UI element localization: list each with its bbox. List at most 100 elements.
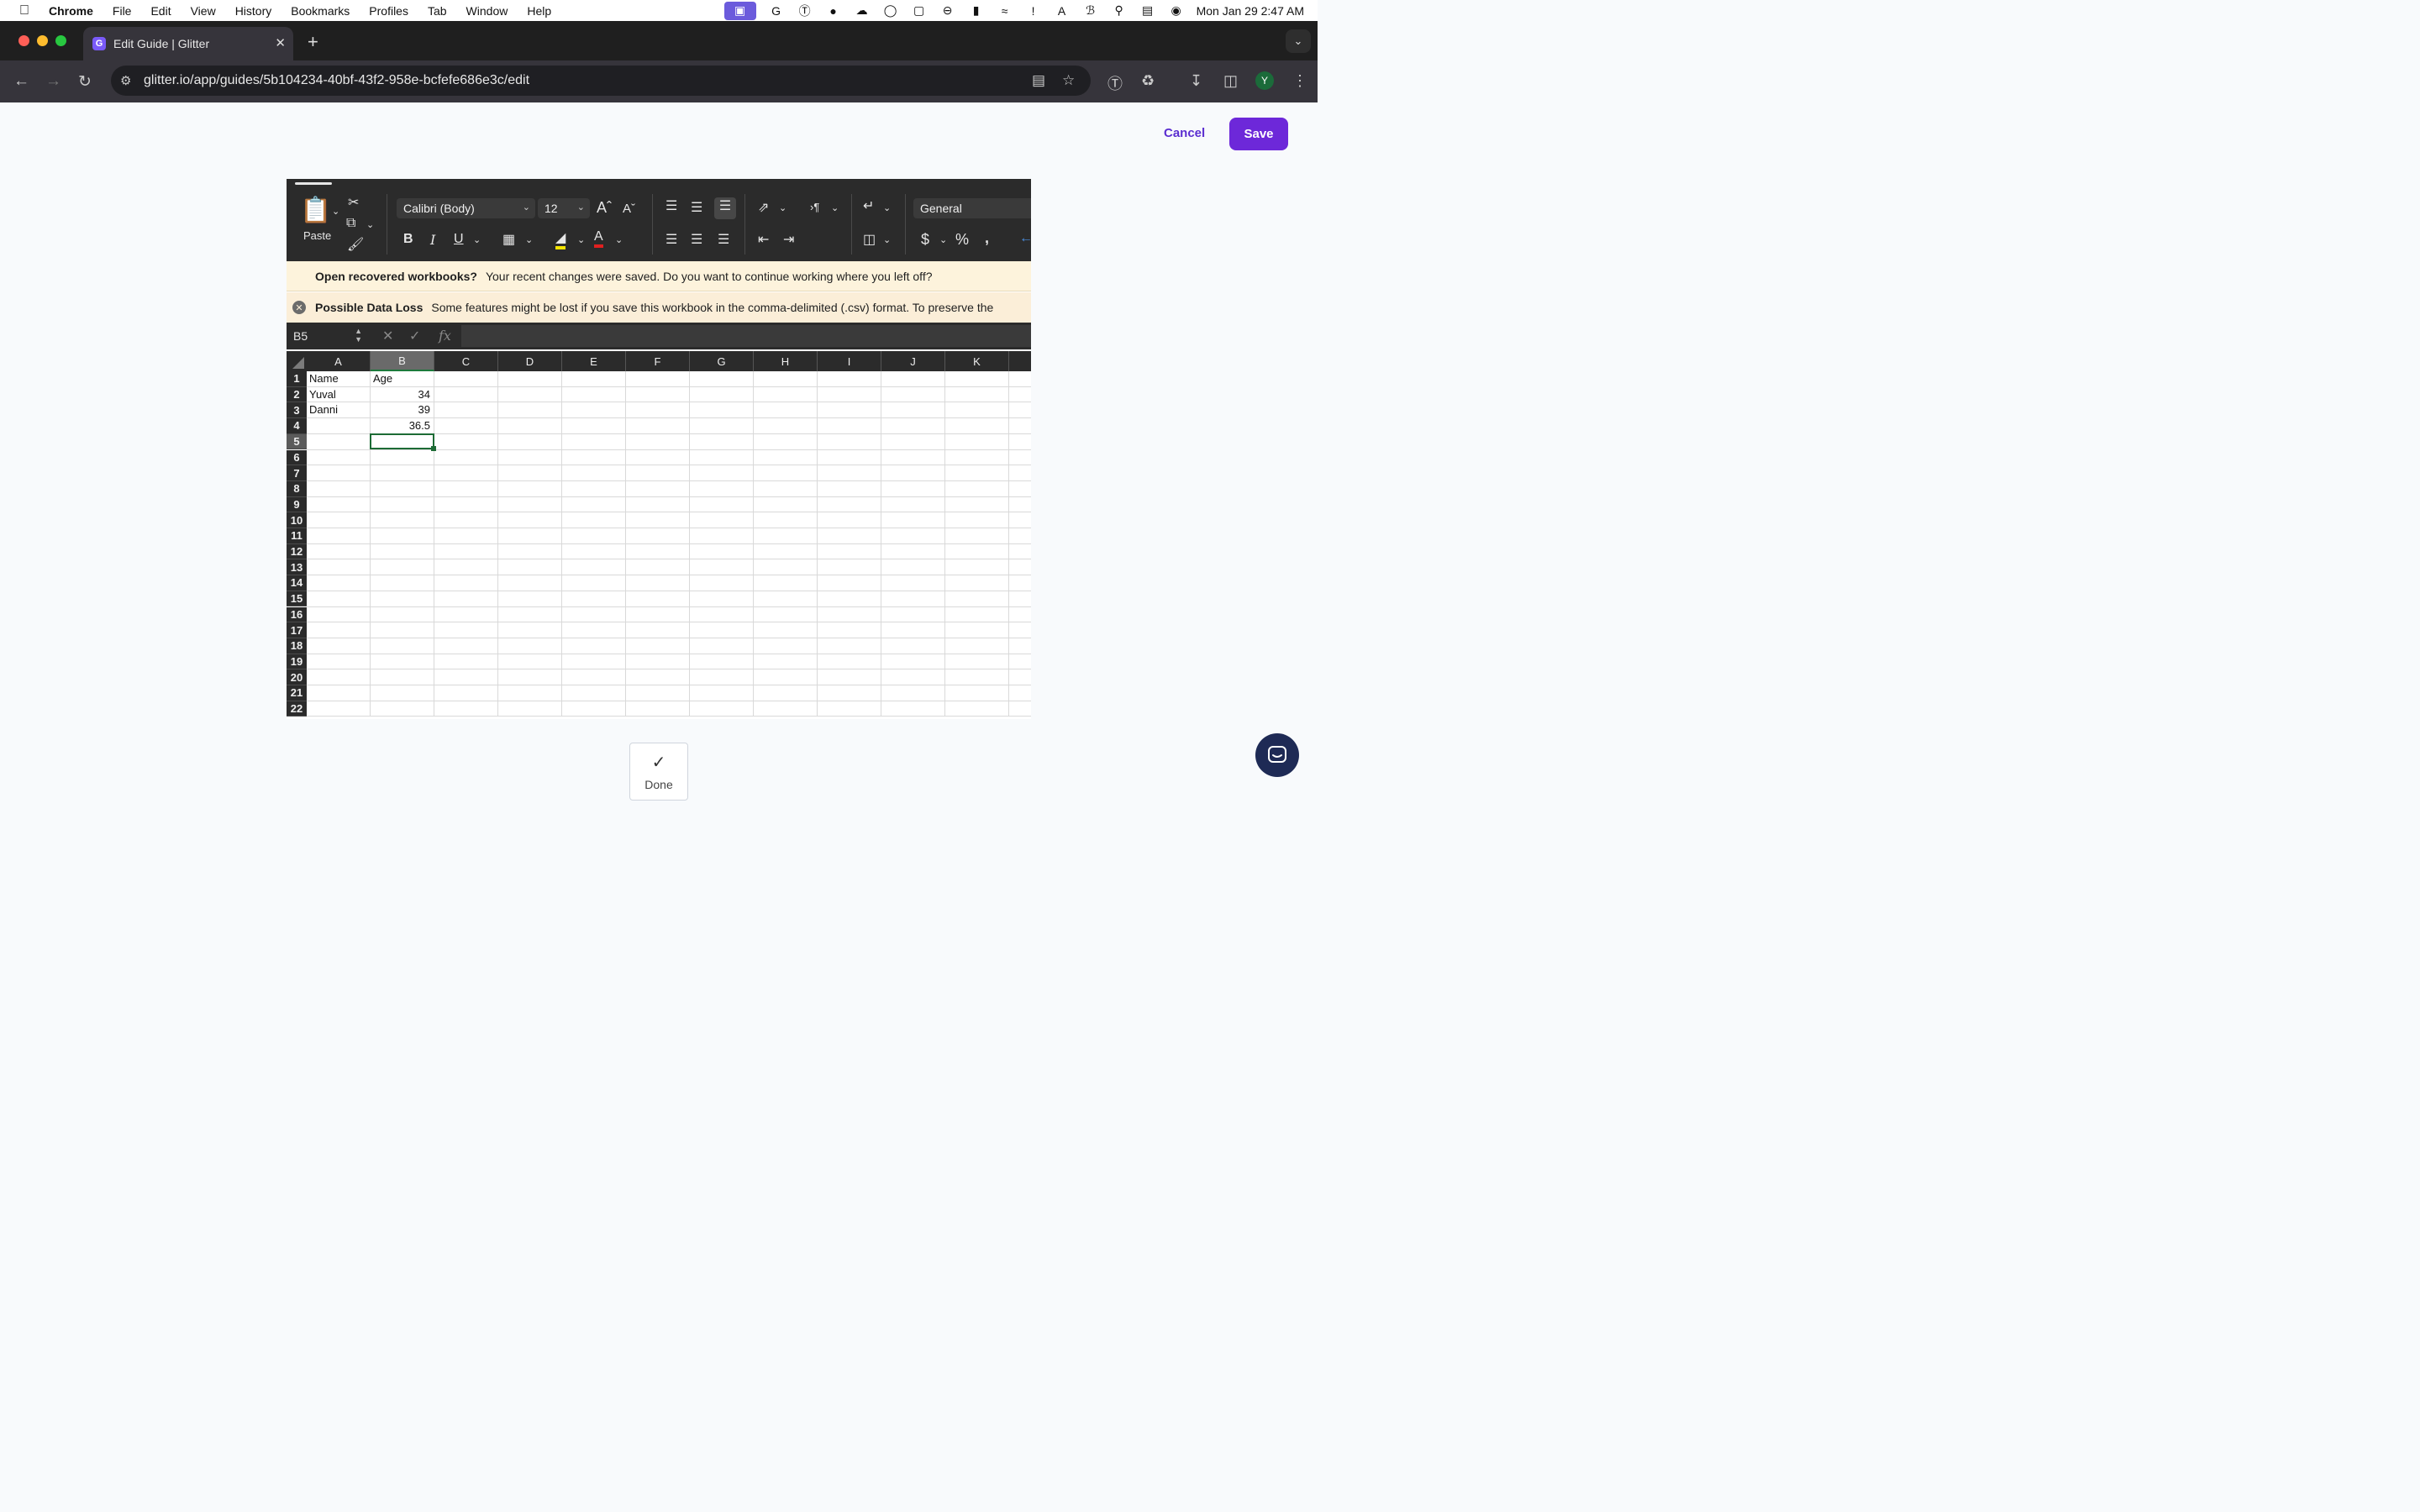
battery-icon[interactable]: ▮ bbox=[968, 3, 985, 18]
cut-scissors-icon[interactable]: ✂ bbox=[348, 194, 359, 211]
copy-icon[interactable]: ⧉ bbox=[346, 216, 355, 231]
new-tab-icon[interactable]: + bbox=[308, 31, 318, 53]
control-center-icon[interactable]: ▤ bbox=[1139, 3, 1156, 18]
orientation-icon[interactable]: ⇗ bbox=[758, 199, 769, 216]
currency-icon[interactable]: $ bbox=[921, 231, 929, 249]
column-header-c[interactable]: C bbox=[434, 351, 498, 371]
decimal-icon[interactable]: ← bbox=[1019, 231, 1031, 246]
font-size-dropdown[interactable]: 12 ⌄ bbox=[538, 198, 590, 218]
spotlight-search-icon[interactable]: ⚲ bbox=[1111, 3, 1128, 18]
row-header-1[interactable]: 1 bbox=[287, 371, 307, 387]
alert-icon[interactable]: ! bbox=[1025, 3, 1042, 18]
cell-b3[interactable]: 39 bbox=[373, 402, 430, 417]
column-header-i[interactable]: I bbox=[818, 351, 881, 371]
arc-icon[interactable]: ◯ bbox=[882, 3, 899, 18]
menu-file[interactable]: File bbox=[113, 4, 132, 18]
menu-profiles[interactable]: Profiles bbox=[369, 4, 408, 18]
font-color-icon[interactable]: A bbox=[594, 229, 603, 248]
back-arrow-icon[interactable]: ← bbox=[13, 72, 29, 91]
menu-bookmarks[interactable]: Bookmarks bbox=[291, 4, 350, 18]
row-header-2[interactable]: 2 bbox=[287, 386, 307, 403]
cell-b1[interactable]: Age bbox=[373, 371, 430, 386]
save-button[interactable]: Save bbox=[1229, 118, 1288, 150]
menu-help[interactable]: Help bbox=[527, 4, 551, 18]
borders-icon[interactable]: ▦ bbox=[502, 231, 515, 248]
increase-indent-icon[interactable]: ⇥ bbox=[783, 231, 794, 248]
menu-view[interactable]: View bbox=[191, 4, 216, 18]
close-tab-icon[interactable]: ✕ bbox=[275, 35, 286, 50]
keyboard-input-icon[interactable]: A bbox=[1054, 3, 1071, 18]
number-format-dropdown[interactable]: General bbox=[913, 198, 1031, 218]
browser-tab-active[interactable]: G Edit Guide | Glitter ✕ bbox=[83, 27, 293, 60]
row-header-10[interactable]: 10 bbox=[287, 512, 307, 528]
merge-cells-icon[interactable]: ◫ bbox=[863, 231, 876, 248]
record-icon[interactable]: ● bbox=[825, 3, 842, 18]
password-manager-icon[interactable]: Ⓣ bbox=[797, 3, 813, 18]
row-header-7[interactable]: 7 bbox=[287, 465, 307, 481]
currency-dropdown-icon[interactable]: ⌄ bbox=[939, 234, 947, 245]
menu-app-name[interactable]: Chrome bbox=[49, 4, 93, 18]
grammarly-icon[interactable]: G bbox=[768, 3, 785, 18]
select-all-corner[interactable] bbox=[287, 351, 307, 371]
align-middle-icon[interactable]: ☰ bbox=[691, 199, 702, 216]
row-header-13[interactable]: 13 bbox=[287, 559, 307, 576]
row-header-4[interactable]: 4 bbox=[287, 418, 307, 434]
cloud-icon[interactable]: ☁ bbox=[854, 3, 871, 18]
decrease-font-size-icon[interactable]: Aˇ bbox=[623, 202, 635, 216]
row-header-5[interactable]: 5 bbox=[287, 433, 307, 450]
cell-a2[interactable]: Yuval bbox=[309, 387, 366, 402]
side-panel-icon[interactable]: ◫ bbox=[1223, 72, 1238, 90]
cancel-formula-icon[interactable]: ✕ bbox=[382, 328, 393, 344]
install-app-icon[interactable]: ▤ bbox=[1032, 72, 1045, 89]
downloads-icon[interactable]: ↧ bbox=[1190, 72, 1202, 90]
selected-cell-b5[interactable] bbox=[370, 433, 436, 452]
more-menu-icon[interactable]: ⋮ bbox=[1292, 72, 1307, 90]
percent-icon[interactable]: % bbox=[955, 231, 969, 249]
cell-a1[interactable]: Name bbox=[309, 371, 366, 386]
reload-icon[interactable]: ↻ bbox=[78, 72, 92, 92]
align-top-icon[interactable]: ☰ bbox=[666, 197, 677, 214]
row-header-17[interactable]: 17 bbox=[287, 622, 307, 638]
done-button[interactable]: ✓ Done bbox=[629, 743, 688, 801]
row-header-19[interactable]: 19 bbox=[287, 654, 307, 670]
text-direction-dropdown-icon[interactable]: ⌄ bbox=[831, 202, 839, 213]
italic-icon[interactable]: I bbox=[430, 232, 435, 248]
confirm-formula-icon[interactable]: ✓ bbox=[409, 328, 420, 344]
copy-dropdown-icon[interactable]: ⌄ bbox=[366, 219, 374, 230]
fill-color-icon[interactable]: ◢ bbox=[555, 229, 566, 249]
close-window-button[interactable] bbox=[18, 35, 29, 46]
row-header-18[interactable]: 18 bbox=[287, 638, 307, 654]
paste-dropdown-icon[interactable]: ⌄ bbox=[332, 206, 339, 217]
row-header-11[interactable]: 11 bbox=[287, 528, 307, 544]
text-direction-icon[interactable]: ›¶ bbox=[810, 201, 819, 213]
comma-style-icon[interactable]: , bbox=[985, 229, 989, 247]
row-header-16[interactable]: 16 bbox=[287, 606, 307, 623]
font-color-dropdown-icon[interactable]: ⌄ bbox=[615, 234, 623, 245]
align-left-icon[interactable]: ☰ bbox=[666, 231, 677, 248]
support-chat-button[interactable] bbox=[1255, 733, 1299, 777]
underline-dropdown-icon[interactable]: ⌄ bbox=[473, 234, 481, 245]
forward-arrow-icon[interactable]: → bbox=[45, 72, 61, 91]
cancel-button[interactable]: Cancel bbox=[1164, 126, 1205, 140]
decrease-indent-icon[interactable]: ⇤ bbox=[758, 231, 769, 248]
url-text[interactable]: glitter.io/app/guides/5b104234-40bf-43f2… bbox=[144, 73, 529, 88]
password-extension-icon[interactable]: Ⓣ bbox=[1107, 72, 1123, 94]
fill-color-dropdown-icon[interactable]: ⌄ bbox=[577, 234, 585, 245]
increase-font-size-icon[interactable]: Aˆ bbox=[597, 199, 612, 217]
apple-icon[interactable]:  bbox=[0, 3, 49, 18]
siri-icon[interactable]: ◉ bbox=[1168, 3, 1185, 18]
cell-b4[interactable]: 36.5 bbox=[373, 418, 430, 433]
cell-a3[interactable]: Danni bbox=[309, 402, 366, 417]
font-name-dropdown[interactable]: Calibri (Body) ⌄ bbox=[397, 198, 535, 218]
row-header-20[interactable]: 20 bbox=[287, 669, 307, 685]
column-header-k[interactable]: K bbox=[945, 351, 1009, 371]
row-header-6[interactable]: 6 bbox=[287, 449, 307, 466]
column-header-g[interactable]: G bbox=[690, 351, 754, 371]
address-bar[interactable]: ⚙ glitter.io/app/guides/5b104234-40bf-43… bbox=[111, 66, 1091, 96]
column-header-e[interactable]: E bbox=[562, 351, 626, 371]
row-header-8[interactable]: 8 bbox=[287, 480, 307, 497]
paste-clipboard-icon[interactable]: 📋 bbox=[300, 196, 331, 225]
close-notice-icon[interactable]: ✕ bbox=[292, 301, 306, 314]
maximize-window-button[interactable] bbox=[55, 35, 66, 46]
column-header-j[interactable]: J bbox=[881, 351, 945, 371]
